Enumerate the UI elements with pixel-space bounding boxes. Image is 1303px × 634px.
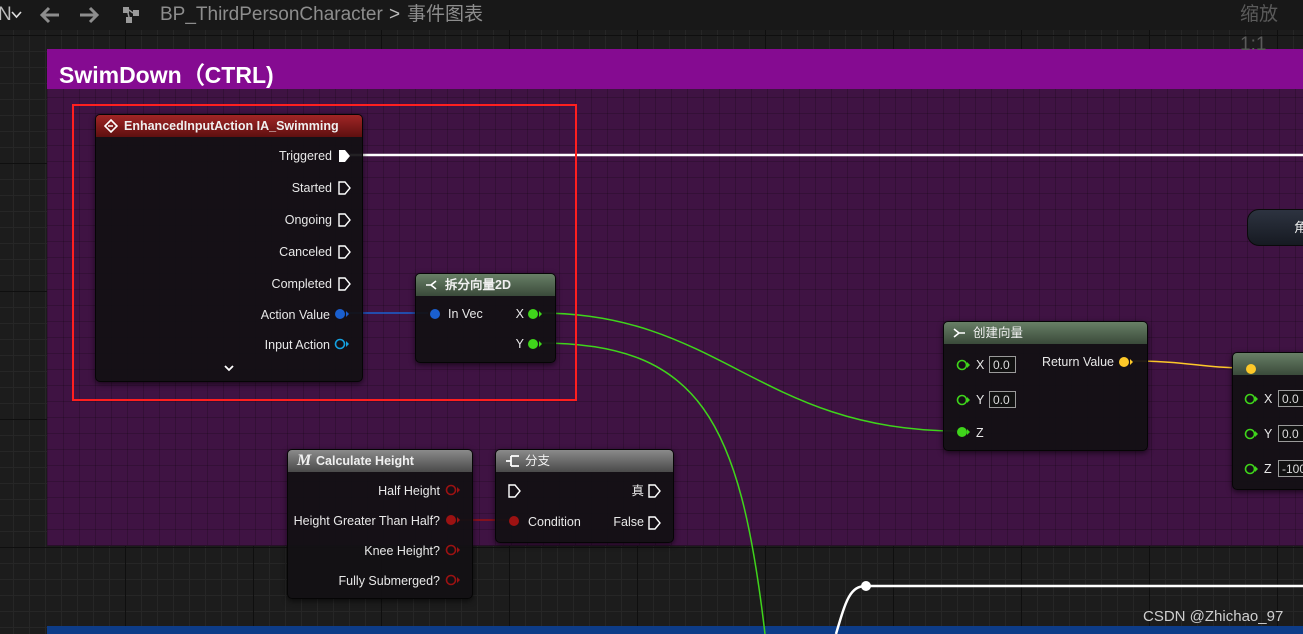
node-title: Calculate Height xyxy=(316,454,414,468)
pin-label-true: 真 xyxy=(631,484,644,498)
x-value-input[interactable]: 0.0 xyxy=(989,356,1016,373)
float-pin-icon[interactable] xyxy=(955,357,971,373)
vector-pin-connected-icon[interactable] xyxy=(1118,354,1134,370)
pin-label-x: X xyxy=(976,358,985,372)
pin-label-fully-submerged: Fully Submerged? xyxy=(338,574,440,588)
float-pin-connected-icon[interactable] xyxy=(955,424,971,440)
arrow-right-icon[interactable] xyxy=(77,5,101,25)
graph-toolbar: N BP_ThirdPersonCharacter > 事件图表 缩放1:1 xyxy=(0,0,1303,55)
wire-x-to-z xyxy=(539,312,959,432)
node-header[interactable]: 创建向量 xyxy=(944,322,1147,344)
x-value-input[interactable]: 0.0 xyxy=(1278,390,1303,407)
node-header[interactable]: M Calculate Height xyxy=(288,450,472,472)
left-glyph: N xyxy=(0,4,12,25)
reroute-knot xyxy=(861,581,871,591)
exec-pin-icon[interactable] xyxy=(647,515,661,531)
make-vector-node[interactable]: 创建向量 X 0.0 Return Value Y 0.0 Z xyxy=(943,321,1148,451)
highlight-rectangle xyxy=(72,104,577,401)
wire-return-vector xyxy=(1130,360,1249,369)
pin-label-return-value: Return Value xyxy=(1041,355,1114,369)
breadcrumb-separator: > xyxy=(389,4,401,25)
breadcrumb-graph[interactable]: 事件图表 xyxy=(407,0,483,30)
bool-pin-connected-icon[interactable] xyxy=(507,514,523,530)
branch-icon xyxy=(506,455,519,467)
node-title: 角 xyxy=(1294,220,1303,235)
float-pin-icon[interactable] xyxy=(1243,426,1259,442)
node-title: 创建向量 xyxy=(973,326,1024,340)
bool-pin-icon[interactable] xyxy=(445,543,461,559)
node-header[interactable]: 分支 xyxy=(496,450,673,472)
exec-pin-icon[interactable] xyxy=(647,483,661,499)
vector-pin-connected-icon[interactable] xyxy=(1243,361,1259,377)
pin-label-false: False xyxy=(613,515,644,529)
calculate-height-macro-node[interactable]: M Calculate Height Half Height Height Gr… xyxy=(287,449,473,599)
pin-label-y: Y xyxy=(1264,427,1273,441)
blueprint-graph-icon xyxy=(123,7,139,23)
y-value-input[interactable]: 0.0 xyxy=(1278,425,1303,442)
float-pin-icon[interactable] xyxy=(1243,391,1259,407)
pin-label-z: Z xyxy=(1264,462,1272,476)
pin-label-y: Y xyxy=(976,393,985,407)
bool-pin-icon[interactable] xyxy=(445,483,461,499)
node-title: 分支 xyxy=(525,454,551,468)
float-pin-icon[interactable] xyxy=(1243,461,1259,477)
pin-label-half-height: Half Height xyxy=(378,484,440,498)
z-value-input[interactable]: -100 xyxy=(1278,460,1303,477)
bool-pin-icon[interactable] xyxy=(445,573,461,589)
zoom-level: 缩放1:1 xyxy=(1240,4,1279,55)
exec-pin-icon[interactable] xyxy=(507,483,521,499)
y-value-input[interactable]: 0.0 xyxy=(989,391,1016,408)
vector-input-node[interactable]: X 0.0 Y 0.0 Z -100 xyxy=(1232,352,1303,490)
pin-label-knee-height: Knee Height? xyxy=(364,544,440,558)
float-pin-icon[interactable] xyxy=(955,392,971,408)
pin-label-z: Z xyxy=(976,426,984,440)
pin-label-height-greater: Height Greater Than Half? xyxy=(293,514,440,528)
watermark: CSDN @Zhichao_97 xyxy=(1143,608,1284,625)
branch-node[interactable]: 分支 真 Condition False xyxy=(495,449,674,543)
arrow-left-icon[interactable] xyxy=(38,5,62,25)
chevron-down-icon[interactable] xyxy=(11,11,22,19)
macro-m-icon: M xyxy=(297,452,312,469)
breadcrumb-blueprint[interactable]: BP_ThirdPersonCharacter xyxy=(160,0,383,30)
pin-label-condition: Condition xyxy=(528,515,581,529)
pin-label-x: X xyxy=(1264,392,1273,406)
function-f-icon xyxy=(953,328,965,338)
collapsed-node[interactable]: 角 xyxy=(1247,209,1303,246)
bool-pin-connected-icon[interactable] xyxy=(445,513,461,529)
